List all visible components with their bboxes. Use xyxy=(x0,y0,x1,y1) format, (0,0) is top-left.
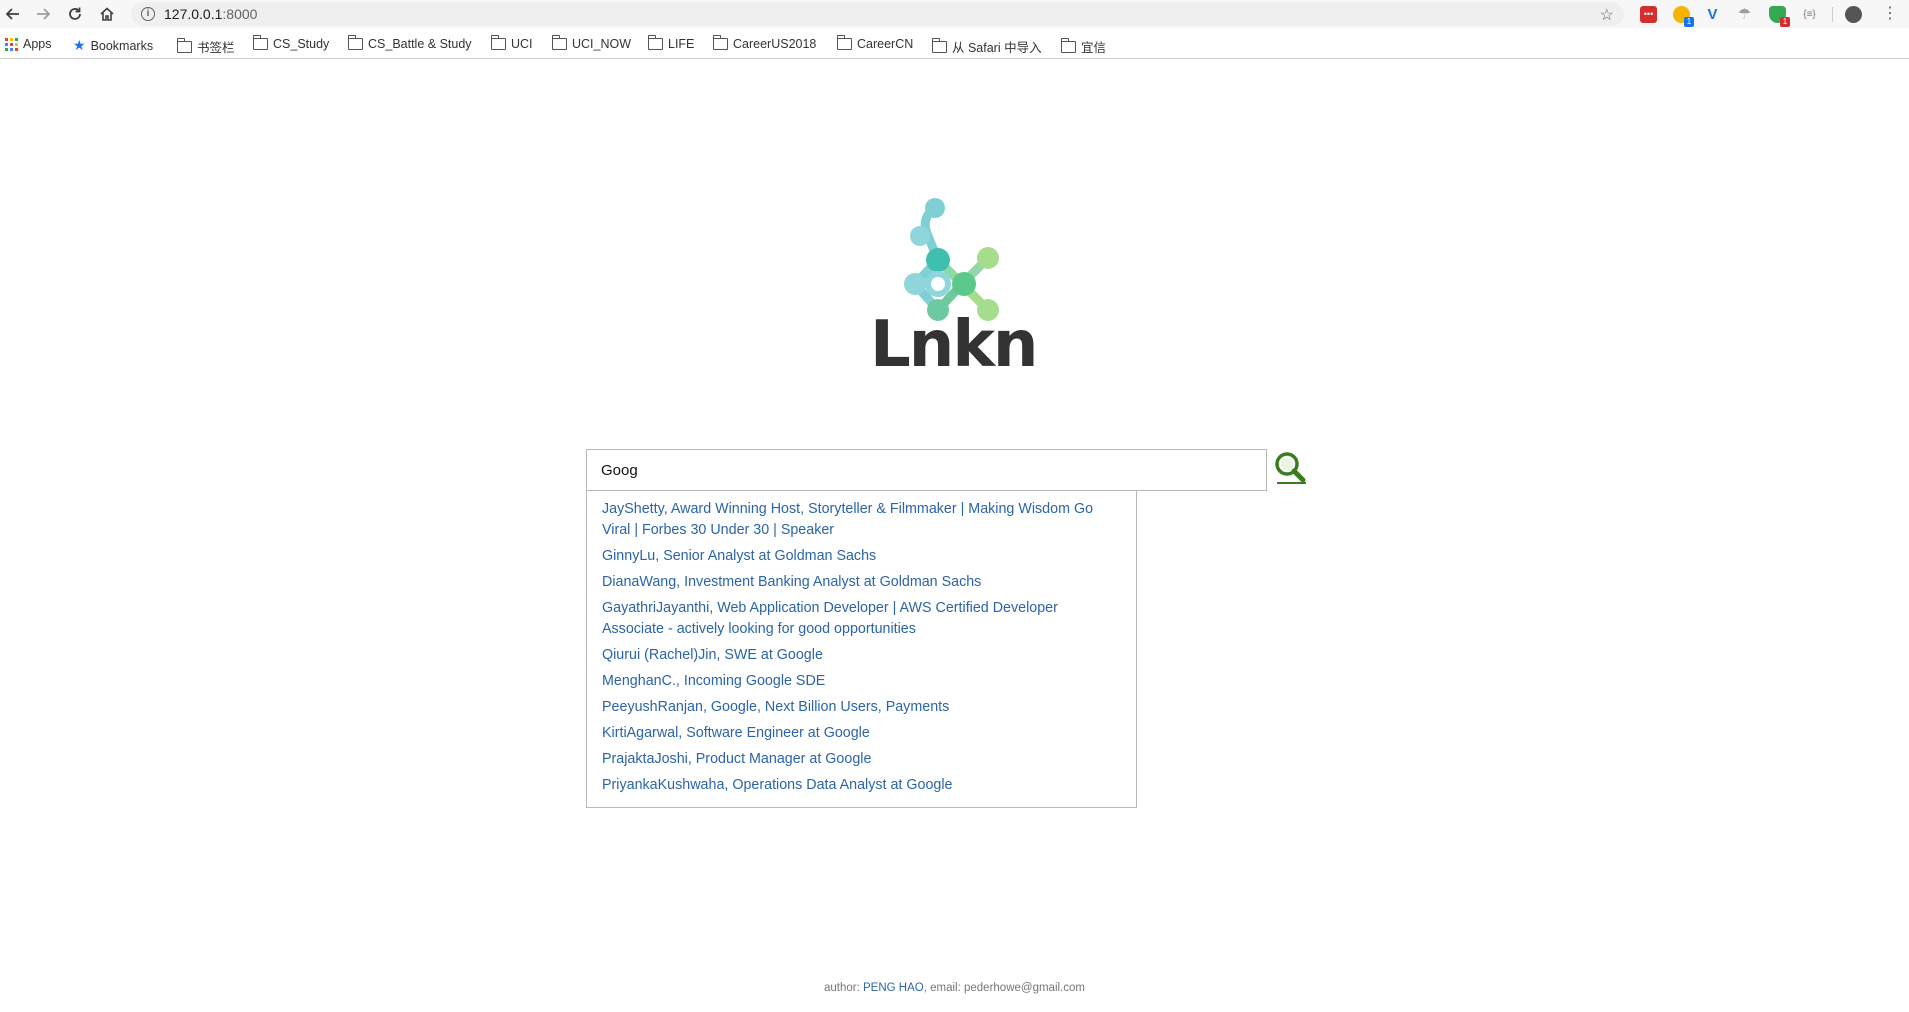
json-extension-icon[interactable]: {≡} xyxy=(1801,6,1818,23)
folder-icon xyxy=(490,35,506,50)
forward-icon[interactable] xyxy=(32,3,54,25)
bookmark-folder[interactable]: CS_Study xyxy=(252,35,329,51)
autocomplete-item[interactable]: PrajaktaJoshi, Product Manager at Google xyxy=(587,747,1136,773)
bookmark-folder[interactable]: 书签栏 xyxy=(176,37,235,56)
address-bar[interactable]: i 127.0.0.1:8000 ☆ xyxy=(131,2,1624,26)
menu-icon[interactable]: ⋮ xyxy=(1882,5,1898,23)
folder-icon xyxy=(1060,37,1076,53)
autocomplete-item[interactable]: GinnyLu, Senior Analyst at Goldman Sachs xyxy=(587,544,1136,570)
autocomplete-item[interactable]: PriyankaKushwaha, Operations Data Analys… xyxy=(587,773,1136,799)
toolbar-divider xyxy=(1832,7,1833,22)
logo-text: Lnkn xyxy=(870,308,1038,382)
page-footer: author: PENG HAO, email: pederhowe@gmail… xyxy=(0,982,1909,994)
folder-icon xyxy=(551,35,567,50)
author-link[interactable]: PENG HAO xyxy=(863,982,924,994)
bookmark-folder[interactable]: UCI xyxy=(490,35,533,51)
bookmark-folder[interactable]: 宜信 xyxy=(1060,37,1106,56)
autocomplete-item[interactable]: GayathriJayanthi, Web Application Develo… xyxy=(587,596,1136,643)
bookmark-folder[interactable]: CareerCN xyxy=(836,35,913,51)
folder-icon xyxy=(176,37,192,53)
autocomplete-item[interactable]: Qiurui (Rachel)Jin, SWE at Google xyxy=(587,643,1136,669)
bookmark-folder[interactable]: CS_Battle & Study xyxy=(347,35,472,51)
url-text[interactable]: 127.0.0.1:8000 xyxy=(164,6,257,22)
apps-grid-icon xyxy=(5,37,18,51)
bookmark-apps[interactable]: Apps xyxy=(5,37,52,51)
autocomplete-item[interactable]: JayShetty, Award Winning Host, Storytell… xyxy=(587,497,1136,544)
reload-icon[interactable] xyxy=(64,3,86,25)
autocomplete-dropdown: JayShetty, Award Winning Host, Storytell… xyxy=(586,491,1137,808)
bookmarks-bar: Apps ★ Bookmarks 书签栏 CS_Study CS_Battle … xyxy=(0,33,1909,59)
footer-author-label: author: xyxy=(824,982,864,994)
bookmark-folder[interactable]: UCI_NOW xyxy=(551,35,631,51)
shield-extension-icon[interactable]: 1 xyxy=(1769,6,1790,27)
folder-icon xyxy=(931,37,947,53)
parachute-extension-icon[interactable]: ☂ xyxy=(1736,6,1753,23)
folder-icon xyxy=(836,35,852,50)
home-icon[interactable] xyxy=(96,3,118,25)
back-icon[interactable] xyxy=(2,3,24,25)
profile-avatar[interactable] xyxy=(1845,6,1862,23)
browser-toolbar: i 127.0.0.1:8000 ☆ ••• 1 V ☂ 1 {≡} ⋮ xyxy=(0,0,1909,28)
bookmark-bookmarks[interactable]: ★ Bookmarks xyxy=(73,37,153,54)
folder-icon xyxy=(712,35,728,50)
search-icon xyxy=(1275,452,1306,484)
autocomplete-item[interactable]: MenghanC., Incoming Google SDE xyxy=(587,669,1136,695)
folder-icon xyxy=(647,35,663,50)
star-icon: ★ xyxy=(73,37,86,53)
bookmark-star-icon[interactable]: ☆ xyxy=(1600,5,1614,25)
search-button[interactable] xyxy=(1273,450,1309,486)
bookmark-label: Apps xyxy=(23,37,52,51)
search-input[interactable] xyxy=(586,449,1267,491)
chat-extension-icon[interactable]: 1 xyxy=(1673,6,1694,27)
lastpass-extension-icon[interactable]: ••• xyxy=(1640,6,1657,23)
autocomplete-item[interactable]: PeeyushRanjan, Google, Next Billion User… xyxy=(587,695,1136,721)
bookmark-folder[interactable]: CareerUS2018 xyxy=(712,35,816,51)
site-info-icon[interactable]: i xyxy=(141,7,155,21)
bookmark-folder[interactable]: LIFE xyxy=(647,35,694,51)
bookmark-folder[interactable]: 从 Safari 中导入 xyxy=(931,37,1042,56)
folder-icon xyxy=(347,35,363,50)
footer-email: , email: pederhowe@gmail.com xyxy=(923,982,1085,994)
folder-icon xyxy=(252,35,268,50)
vue-extension-icon[interactable]: V xyxy=(1704,6,1721,23)
autocomplete-item[interactable]: KirtiAgarwal, Software Engineer at Googl… xyxy=(587,721,1136,747)
autocomplete-item[interactable]: DianaWang, Investment Banking Analyst at… xyxy=(587,570,1136,596)
bookmark-label: Bookmarks xyxy=(90,38,154,53)
